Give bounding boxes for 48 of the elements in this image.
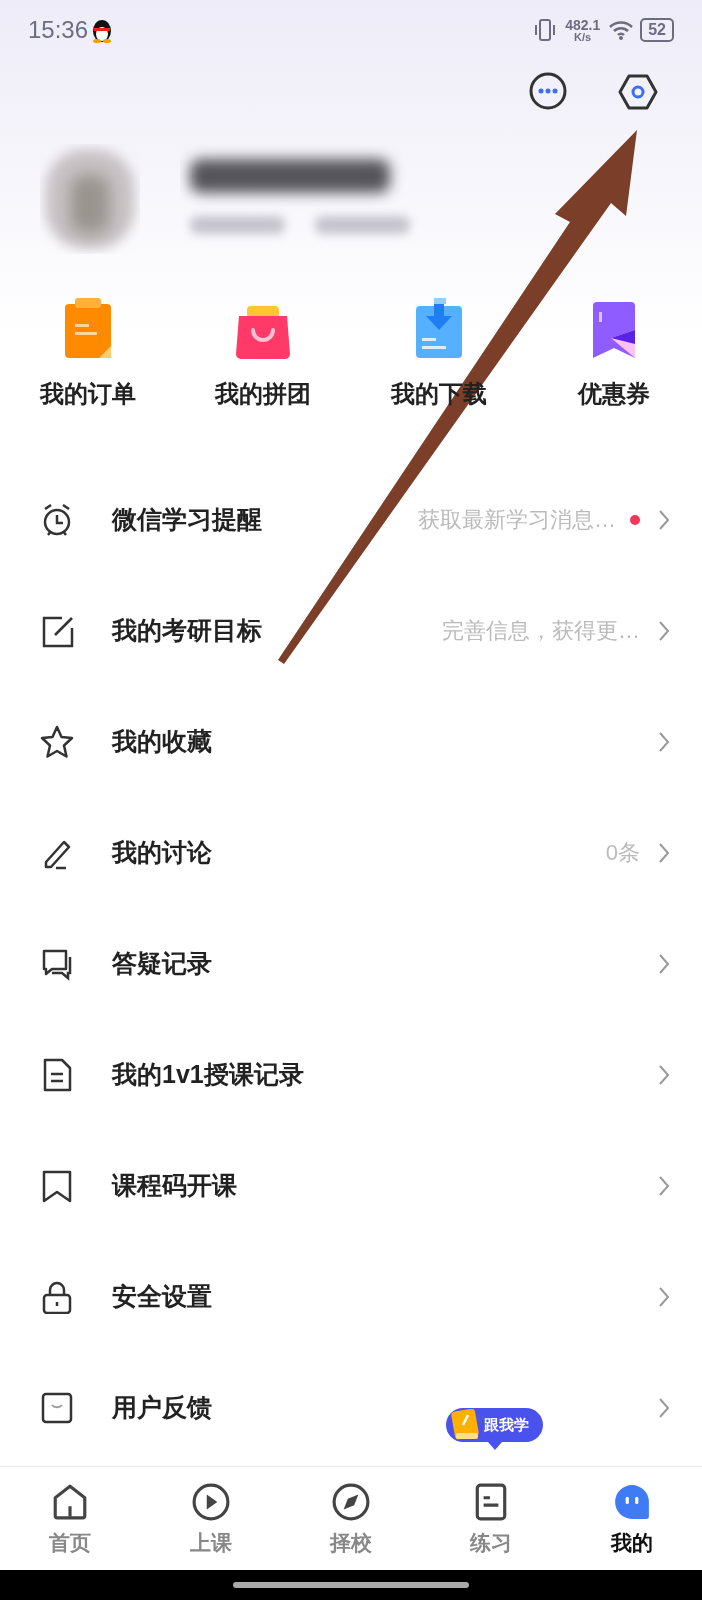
shortcut-label[interactable]: 我的订单 [39,376,136,412]
chevron-icon [658,1285,670,1308]
vibrate-icon [533,18,558,42]
tab-item[interactable]: 练习 [421,1467,562,1570]
battery-indicator: 52 [640,18,674,42]
network-unit: K/s [574,31,592,43]
menu-label[interactable]: 答疑记录 [112,944,212,983]
menu-label[interactable]: 微信学习提醒 [112,500,262,539]
menu-hint: 获取最新学习消息… [418,506,616,534]
tab-icon [191,1483,230,1521]
bubble-tail [487,1442,502,1450]
follow-bubble[interactable]: 跟我学 [446,1408,543,1442]
menu-label[interactable]: 我的讨论 [112,833,212,872]
shortcut-label[interactable]: 优惠券 [578,376,651,412]
menu-label[interactable]: 我的收藏 [112,722,212,761]
tab-item[interactable]: 首页 [0,1467,141,1570]
book-icon [450,1409,480,1441]
menu-hint: 0条 [605,839,640,867]
menu-label[interactable]: 课程码开课 [112,1166,237,1205]
shortcut-icon[interactable] [413,296,464,360]
settings-icon[interactable] [618,73,658,111]
menu-label[interactable]: 安全设置 [112,1277,212,1316]
menu-label[interactable]: 用户反馈 [112,1388,212,1427]
tab-icon [612,1483,651,1521]
menu-icon [40,1168,74,1203]
tab-item[interactable]: 我的 [561,1467,702,1570]
menu-label[interactable]: 我的考研目标 [112,611,262,650]
chevron-icon [658,619,670,642]
clock: 15:36 [28,15,89,45]
chevron-icon [658,1174,670,1197]
chevron-icon [658,1063,670,1086]
menu-icon [40,1279,74,1314]
menu-icon [40,724,74,759]
chat-icon[interactable] [528,72,568,112]
menu-hint: 完善信息，获得更… [442,617,640,645]
network-speed: 482.1 [565,17,601,32]
chevron-icon [658,1396,670,1419]
chevron-icon [658,730,670,753]
tab-icon [332,1483,370,1521]
chevron-icon [658,508,670,531]
wifi-icon [608,19,635,41]
shortcut-label[interactable]: 我的拼团 [215,376,312,412]
menu-label[interactable]: 我的1v1授课记录 [112,1055,304,1094]
tab-item[interactable]: 上课 [140,1467,281,1570]
chevron-icon [658,952,670,975]
chevron-icon [658,841,670,864]
menu-icon [40,1390,74,1425]
tab-item[interactable]: 择校 [280,1467,422,1570]
